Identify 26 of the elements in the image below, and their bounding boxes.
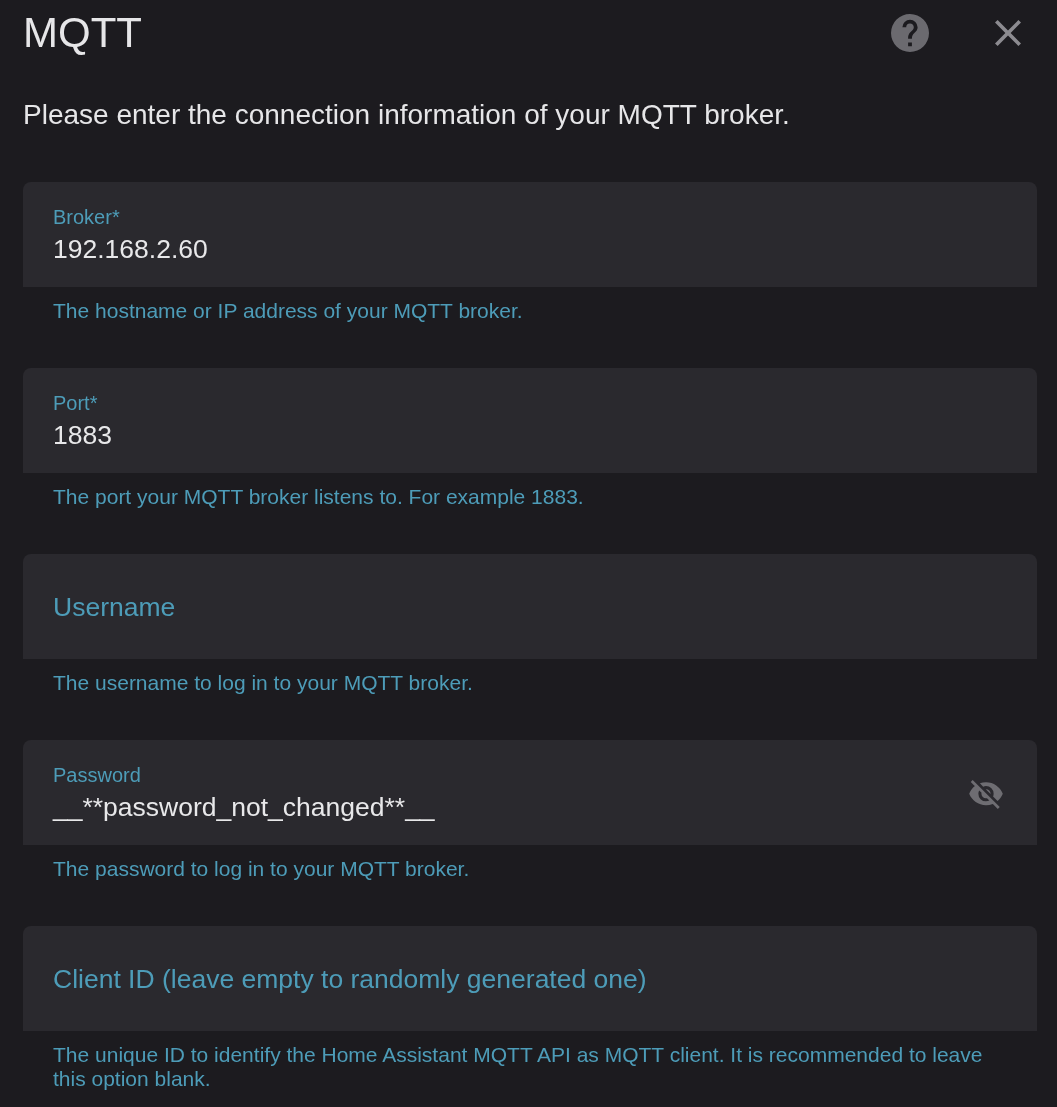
field-value: 192.168.2.60: [53, 234, 208, 264]
field-value: __**password_not_changed**__: [53, 792, 435, 822]
close-button[interactable]: [995, 20, 1021, 46]
field-label: Username: [53, 591, 176, 622]
text-field[interactable]: Broker* 192.168.2.60: [23, 182, 1037, 287]
helper-text: The hostname or IP address of your MQTT broker.: [52, 298, 524, 323]
field-value: 1883: [53, 420, 112, 450]
field-label: Client ID (leave empty to randomly generated one): [53, 963, 647, 994]
helper-text: The password to log in to your MQTT broker.: [52, 856, 471, 881]
text-field[interactable]: Client ID (leave empty to randomly generated one): [23, 926, 1037, 1031]
show-password-button[interactable]: [969, 780, 1003, 809]
helper-text: The unique ID to identify the Home Assistant MQTT API as MQTT client. It is recommended to leave this option blank.: [52, 1042, 984, 1091]
helper-text: The username to log in to your MQTT broker.: [52, 670, 474, 695]
helper-text: The port your MQTT broker listens to. For example 1883.: [52, 484, 585, 509]
field-label: Password: [53, 764, 141, 786]
field-label: Broker*: [53, 206, 120, 228]
help-button[interactable]: [891, 14, 929, 52]
close-icon: [995, 20, 1021, 46]
text-field[interactable]: Password __**password_not_changed**__: [23, 740, 1037, 845]
dialog-title: MQTT: [23, 9, 142, 57]
text-field[interactable]: Username: [23, 554, 1037, 659]
eye-off-icon: [969, 780, 1003, 809]
field-label: Port*: [53, 392, 98, 414]
dialog-description: Please enter the connection information of your MQTT broker.: [22, 98, 791, 132]
help-icon: [891, 14, 929, 52]
text-field[interactable]: Port* 1883: [23, 368, 1037, 473]
